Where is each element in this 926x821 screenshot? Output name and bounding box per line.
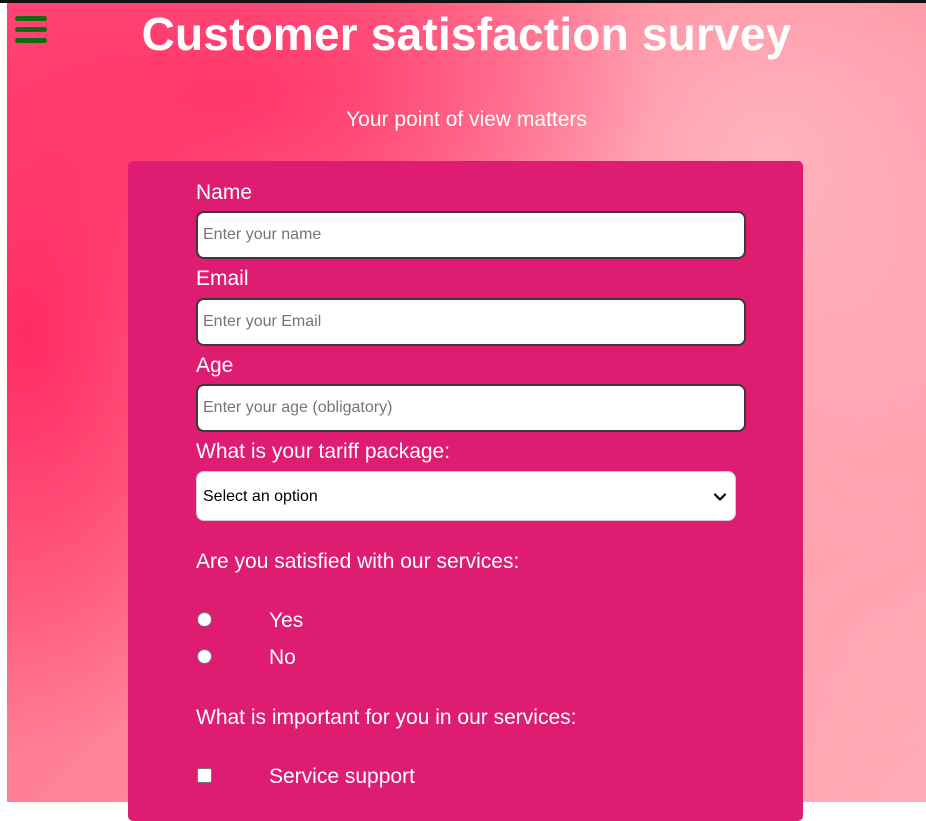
chevron-down-icon [713,493,727,501]
name-input[interactable] [196,211,746,259]
age-input[interactable] [196,384,746,432]
tariff-select[interactable]: Select an option [196,471,736,521]
satisfied-yes-radio[interactable] [197,612,212,627]
satisfied-yes-label: Yes [269,609,304,632]
page-title: Customer satisfaction survey [141,8,792,60]
left-edge-strip [0,3,7,802]
service-support-checkbox[interactable] [197,768,212,783]
name-label: Name [196,181,253,204]
service-support-label: Service support [269,765,415,788]
satisfied-no-label: No [269,646,296,669]
email-label: Email [196,267,249,290]
tariff-selected-value: Select an option [203,488,318,505]
email-input[interactable] [196,298,746,346]
important-question: What is important for you in our service… [196,706,577,729]
page-subtitle: Your point of view matters [346,108,587,131]
tariff-label: What is your tariff package: [196,440,451,463]
satisfied-question: Are you satisfied with our services: [196,550,520,573]
age-label: Age [196,354,234,377]
satisfied-no-radio[interactable] [197,649,212,664]
